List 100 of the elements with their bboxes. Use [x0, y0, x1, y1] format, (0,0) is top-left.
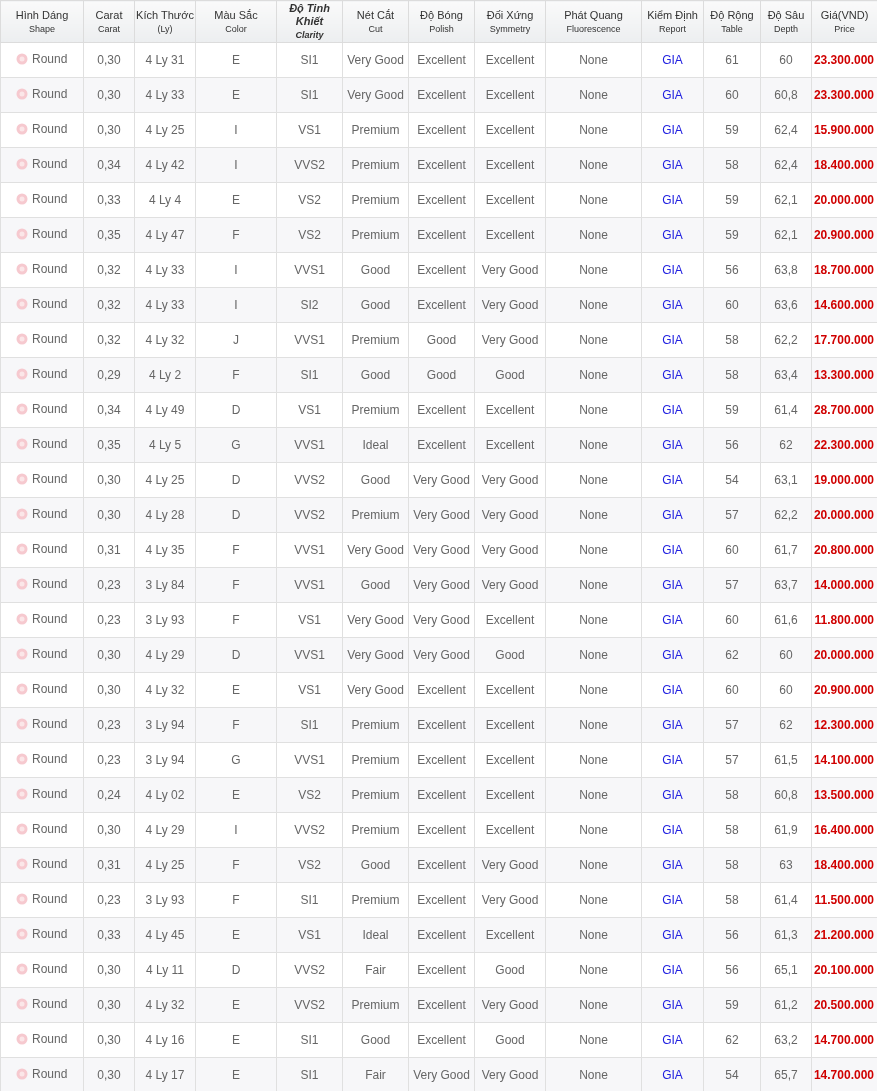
report-link[interactable]: GIA	[662, 893, 683, 907]
table-cell: None	[545, 392, 642, 428]
table-cell: 60	[703, 77, 761, 113]
table-cell: Excellent	[408, 77, 475, 113]
report-link[interactable]: GIA	[662, 193, 683, 207]
table-cell: SI1	[276, 1057, 343, 1091]
table-cell: 62,1	[760, 182, 812, 218]
header-title: Kích Thước	[136, 8, 194, 22]
report-link[interactable]: GIA	[662, 333, 683, 347]
table-cell: Premium	[342, 812, 409, 848]
table-cell: None	[545, 322, 642, 358]
report-link[interactable]: GIA	[662, 473, 683, 487]
header-title: Độ Tinh Khiết	[288, 2, 331, 28]
table-cell: 0,30	[83, 672, 135, 708]
table-cell: 0,31	[83, 532, 135, 568]
report-link[interactable]: GIA	[662, 683, 683, 697]
diamond-icon	[16, 508, 28, 520]
report-link[interactable]: GIA	[662, 158, 683, 172]
table-cell: Excellent	[408, 112, 475, 148]
table-cell: E	[195, 1057, 277, 1091]
table-cell: 0,23	[83, 707, 135, 743]
report-link[interactable]: GIA	[662, 53, 683, 67]
diamond-icon	[16, 753, 28, 765]
shape-text: Round	[32, 647, 68, 661]
report-link[interactable]: GIA	[662, 438, 683, 452]
table-cell: Good	[342, 287, 409, 323]
shape-text: Round	[32, 87, 68, 101]
table-cell: None	[545, 1022, 642, 1058]
header-title: Độ Bóng	[419, 8, 464, 22]
table-cell: 0,30	[83, 1022, 135, 1058]
report-link[interactable]: GIA	[662, 1033, 683, 1047]
table-cell: 58	[703, 882, 761, 918]
table-cell: 3 Ly 93	[134, 882, 196, 918]
report-link[interactable]: GIA	[662, 998, 683, 1012]
table-cell: VVS1	[276, 322, 343, 358]
diamond-icon	[16, 88, 28, 100]
report-link[interactable]: GIA	[662, 88, 683, 102]
report-link[interactable]: GIA	[662, 613, 683, 627]
table-cell: Excellent	[408, 672, 475, 708]
table-cell: 58	[703, 357, 761, 393]
shape-text: Round	[32, 332, 68, 346]
table-cell: D	[195, 497, 277, 533]
header-subtitle: Clarity	[294, 29, 325, 41]
report-link[interactable]: GIA	[662, 578, 683, 592]
header-subtitle: Shape	[28, 22, 56, 35]
table-cell: None	[545, 112, 642, 148]
table-cell: Premium	[342, 112, 409, 148]
report-link[interactable]: GIA	[662, 263, 683, 277]
table-cell: VVS1	[276, 742, 343, 778]
table-cell: Fair	[342, 1057, 409, 1091]
report-link[interactable]: GIA	[662, 858, 683, 872]
shape-text: Round	[32, 192, 68, 206]
report-link[interactable]: GIA	[662, 123, 683, 137]
table-cell: 4 Ly 32	[134, 322, 196, 358]
table-cell: 3 Ly 93	[134, 602, 196, 638]
diamond-icon	[16, 438, 28, 450]
table-cell: VS2	[276, 217, 343, 253]
report-link[interactable]: GIA	[662, 648, 683, 662]
report-link[interactable]: GIA	[662, 823, 683, 837]
report-link[interactable]: GIA	[662, 508, 683, 522]
diamond-icon	[16, 648, 28, 660]
report-link[interactable]: GIA	[662, 543, 683, 557]
header-title: Nét Cắt	[355, 8, 396, 22]
report-link[interactable]: GIA	[662, 753, 683, 767]
table-cell: Good	[342, 1022, 409, 1058]
table-cell: 56	[703, 952, 761, 988]
table-cell: Good	[474, 952, 546, 988]
table-cell: F	[195, 707, 277, 743]
table-cell: 0,35	[83, 427, 135, 463]
report-link[interactable]: GIA	[662, 228, 683, 242]
table-cell: 0,23	[83, 567, 135, 603]
table-cell: 57	[703, 707, 761, 743]
report-link[interactable]: GIA	[662, 368, 683, 382]
header-subtitle: Carat	[97, 22, 121, 35]
table-cell: 4 Ly 28	[134, 497, 196, 533]
table-cell: 65,1	[760, 952, 812, 988]
header-subtitle: Depth	[773, 22, 799, 35]
shape-text: Round	[32, 262, 68, 276]
table-cell: Very Good	[342, 42, 409, 78]
report-link[interactable]: GIA	[662, 788, 683, 802]
table-cell: F	[195, 357, 277, 393]
table-cell: VVS2	[276, 497, 343, 533]
report-link[interactable]: GIA	[662, 718, 683, 732]
table-cell: 0,30	[83, 42, 135, 78]
table-cell: 61,4	[760, 882, 812, 918]
table-cell: 4 Ly 33	[134, 287, 196, 323]
table-cell: VVS1	[276, 567, 343, 603]
report-link[interactable]: GIA	[662, 403, 683, 417]
report-link[interactable]: GIA	[662, 1068, 683, 1082]
table-cell: 0,32	[83, 252, 135, 288]
table-cell: None	[545, 252, 642, 288]
header-subtitle: Color	[224, 22, 248, 35]
table-cell: Excellent	[408, 987, 475, 1023]
report-link[interactable]: GIA	[662, 298, 683, 312]
table-cell: 0,33	[83, 182, 135, 218]
report-link[interactable]: GIA	[662, 928, 683, 942]
table-cell: D	[195, 952, 277, 988]
table-cell: Excellent	[408, 847, 475, 883]
report-link[interactable]: GIA	[662, 963, 683, 977]
diamond-icon	[16, 788, 28, 800]
